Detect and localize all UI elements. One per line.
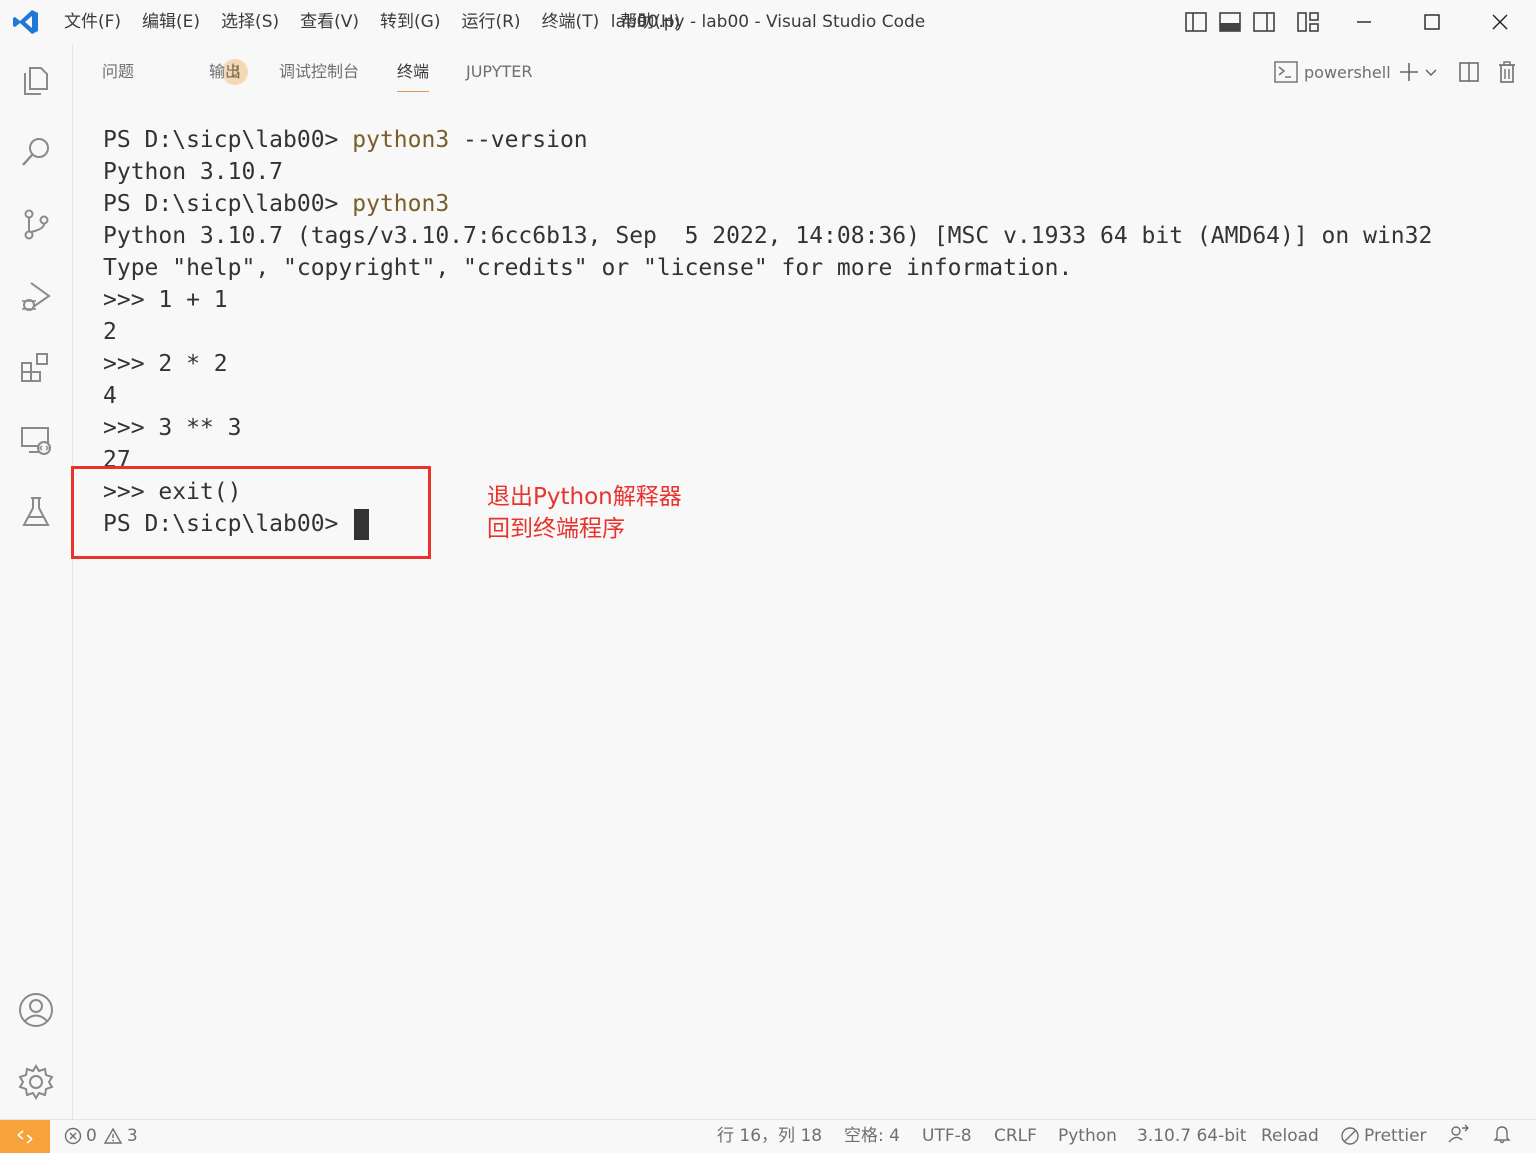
terminal-line: Type "help", "copyright", "credits" or "… [103, 255, 1073, 281]
chevron-down-icon [1425, 69, 1437, 77]
split-terminal-button[interactable] [1458, 57, 1480, 87]
annotation-line-1: 退出Python解释器 [487, 484, 682, 510]
terminal-line: Python 3.10.7 [103, 159, 284, 185]
split-icon [1459, 62, 1479, 82]
live-share-icon[interactable] [1448, 1124, 1470, 1144]
plus-icon [1400, 63, 1418, 81]
manage-gear-icon[interactable] [16, 1062, 56, 1102]
toggle-primary-sidebar-icon[interactable] [1184, 10, 1208, 34]
terminal-output[interactable]: PS D:\sicp\lab00> python3 --version Pyth… [103, 124, 1523, 1104]
terminal-line: PS D:\sicp\lab00> python3 [103, 191, 450, 217]
panel-tab-bar: 问题 3 输出 调试控制台 终端 JUPYTER powershell [72, 44, 1536, 100]
indentation-setting[interactable]: 空格: 4 [844, 1124, 900, 1148]
terminal-line: 2 [103, 319, 117, 345]
status-bar: 0 3 行 16，列 18 空格: 4 UTF-8 CRLF Python 3.… [0, 1119, 1536, 1153]
error-count: 0 [86, 1126, 97, 1146]
activity-bar [0, 44, 73, 1119]
eol-setting[interactable]: CRLF [994, 1124, 1037, 1148]
terminal-profile-dropdown[interactable] [1424, 57, 1438, 87]
toggle-panel-icon[interactable] [1218, 10, 1242, 34]
testing-icon[interactable] [16, 492, 56, 532]
cursor-position[interactable]: 行 16，列 18 [717, 1124, 822, 1148]
tab-output[interactable]: 输出 [209, 61, 241, 91]
toggle-secondary-sidebar-icon[interactable] [1252, 10, 1276, 34]
shell-name: powershell [1304, 62, 1391, 82]
language-mode[interactable]: Python [1058, 1124, 1117, 1148]
menu-go[interactable]: 转到(G) [380, 10, 440, 34]
search-icon[interactable] [16, 132, 56, 172]
menu-view[interactable]: 查看(V) [300, 10, 359, 34]
extensions-icon[interactable] [16, 348, 56, 388]
menu-file[interactable]: 文件(F) [64, 10, 121, 34]
warning-count: 3 [126, 1126, 138, 1146]
source-control-icon[interactable] [16, 204, 56, 244]
terminal-line: PS D:\sicp\lab00> python3 --version [103, 127, 588, 153]
tab-jupyter[interactable]: JUPYTER [466, 61, 533, 91]
prettier-status[interactable]: Prettier [1340, 1124, 1427, 1148]
explorer-icon[interactable] [16, 60, 56, 100]
menu-edit[interactable]: 编辑(E) [142, 10, 200, 34]
vscode-logo-icon [13, 10, 38, 34]
highlight-box [71, 466, 431, 559]
tab-problems[interactable]: 问题 [102, 61, 134, 91]
tab-terminal[interactable]: 终端 [397, 61, 430, 92]
warning-icon [103, 1127, 123, 1144]
remote-icon [17, 1129, 33, 1144]
kill-terminal-button[interactable] [1496, 57, 1518, 87]
accounts-icon[interactable] [16, 990, 56, 1030]
menu-bar: 文件(F) 编辑(E) 选择(S) 查看(V) 转到(G) 运行(R) 终端(T… [64, 10, 701, 34]
terminal-line: 4 [103, 383, 117, 409]
title-bar: 文件(F) 编辑(E) 选择(S) 查看(V) 转到(G) 运行(R) 终端(T… [0, 0, 1536, 44]
layout-controls [1184, 10, 1320, 34]
encoding-setting[interactable]: UTF-8 [922, 1124, 972, 1148]
minimize-button[interactable] [1330, 0, 1398, 44]
menu-terminal[interactable]: 终端(T) [542, 10, 600, 34]
problems-status[interactable]: 0 3 [64, 1124, 138, 1148]
notifications-bell-icon[interactable] [1492, 1124, 1512, 1144]
close-icon [1492, 14, 1508, 30]
run-and-debug-icon[interactable] [16, 276, 56, 316]
prettier-disabled-icon [1341, 1127, 1359, 1145]
remote-explorer-icon[interactable] [16, 420, 56, 460]
remote-indicator-button[interactable] [0, 1120, 50, 1153]
error-icon [64, 1127, 82, 1145]
maximize-button[interactable] [1398, 0, 1466, 44]
terminal-scrollbar[interactable] [1522, 100, 1536, 1090]
close-window-button[interactable] [1466, 0, 1534, 44]
terminal-icon [1274, 61, 1298, 83]
terminal-line: >>> 2 * 2 [103, 351, 228, 377]
minimize-icon [1357, 21, 1371, 23]
new-terminal-button[interactable] [1398, 57, 1420, 87]
annotation-line-2: 回到终端程序 [487, 516, 625, 542]
tab-debug-console[interactable]: 调试控制台 [279, 61, 359, 91]
trash-icon [1499, 61, 1515, 83]
python-interpreter[interactable]: 3.10.7 64-bit [1137, 1124, 1246, 1148]
terminal-line: >>> 1 + 1 [103, 287, 228, 313]
menu-help[interactable]: 帮助(H) [620, 10, 680, 34]
customize-layout-icon[interactable] [1296, 10, 1320, 34]
reload-button[interactable]: Reload [1261, 1124, 1319, 1148]
terminal-shell-selector[interactable]: powershell [1274, 57, 1391, 87]
maximize-icon [1424, 14, 1440, 30]
menu-selection[interactable]: 选择(S) [221, 10, 279, 34]
menu-run[interactable]: 运行(R) [461, 10, 520, 34]
terminal-line: Python 3.10.7 (tags/v3.10.7:6cc6b13, Sep… [103, 223, 1433, 249]
terminal-line: >>> 3 ** 3 [103, 415, 242, 441]
